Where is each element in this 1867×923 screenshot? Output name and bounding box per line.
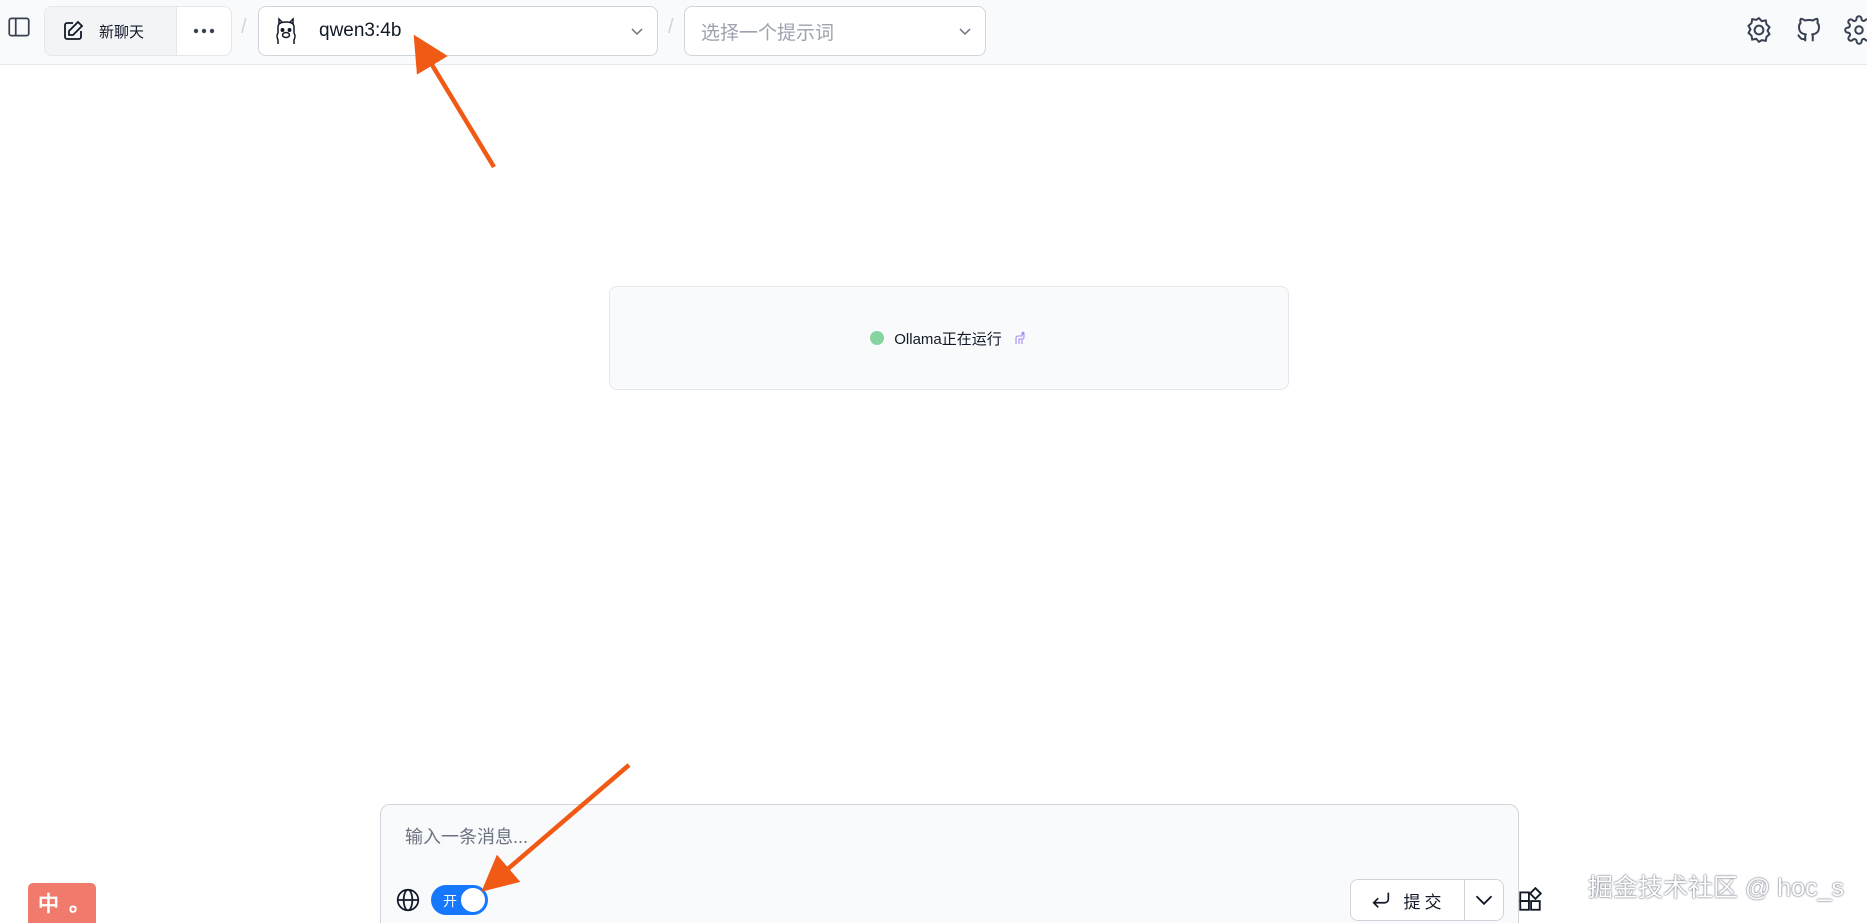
web-search-toggle[interactable]: 开 xyxy=(431,885,488,915)
message-input[interactable] xyxy=(405,823,1485,857)
status-text: Ollama正在运行 xyxy=(894,330,1002,348)
toggle-label: 开 xyxy=(443,893,457,909)
watermark: 掘金技术社区 @ hoc_s xyxy=(1588,874,1844,902)
sidebar-panel-icon xyxy=(8,17,30,37)
submit-label: 提交 xyxy=(1403,892,1446,912)
chevron-down-icon xyxy=(631,28,643,36)
prompt-select-placeholder: 选择一个提示词 xyxy=(701,22,835,44)
annotation-arrow-model xyxy=(413,34,496,169)
prompt-select[interactable]: 选择一个提示词 xyxy=(684,6,986,56)
model-select[interactable]: qwen3:4b xyxy=(258,6,658,56)
github-link[interactable] xyxy=(1793,14,1825,46)
apps-grid-icon xyxy=(1519,887,1543,911)
model-settings-button[interactable] xyxy=(1743,14,1775,46)
plugins-button[interactable] xyxy=(1515,885,1545,915)
ime-dot: 。 xyxy=(69,893,90,916)
gear-icon xyxy=(1844,15,1867,45)
breadcrumb-separator: / xyxy=(241,16,247,38)
settings-button[interactable] xyxy=(1843,14,1867,46)
annotation-arrows xyxy=(413,34,631,892)
sidebar-toggle-button[interactable] xyxy=(4,12,34,42)
more-horizontal-icon xyxy=(193,28,215,34)
submit-options-button[interactable] xyxy=(1465,880,1503,920)
llama-emoji xyxy=(1015,331,1025,344)
breadcrumb-separator: / xyxy=(668,16,674,38)
ime-indicator-badge: 中 。 xyxy=(28,883,96,923)
top-bar: 新聊天 / qwen3:4b / 选择一个提示词 xyxy=(0,0,1867,65)
new-chat-group: 新聊天 xyxy=(44,6,232,56)
toggle-knob xyxy=(460,887,486,913)
new-chat-label: 新聊天 xyxy=(99,23,145,41)
chevron-down-icon xyxy=(1475,895,1493,906)
globe-icon[interactable] xyxy=(395,887,421,913)
submit-button[interactable]: 提交 xyxy=(1351,880,1465,920)
settings-flower-icon xyxy=(1747,16,1771,44)
chevron-down-icon xyxy=(959,28,971,36)
github-icon xyxy=(1797,17,1820,42)
message-composer: 开 提交 xyxy=(380,804,1543,923)
status-indicator-dot xyxy=(870,331,885,345)
model-select-value: qwen3:4b xyxy=(319,20,402,41)
submit-group: 提交 xyxy=(1350,879,1504,921)
enter-return-icon xyxy=(1371,892,1389,908)
ollama-llama-icon xyxy=(276,17,296,44)
ollama-status-card: Ollama正在运行 xyxy=(609,286,1289,390)
edit-pen-icon xyxy=(64,20,84,40)
more-options-button[interactable] xyxy=(177,7,231,55)
ime-char: 中 xyxy=(38,893,59,916)
new-chat-button[interactable]: 新聊天 xyxy=(45,7,177,55)
